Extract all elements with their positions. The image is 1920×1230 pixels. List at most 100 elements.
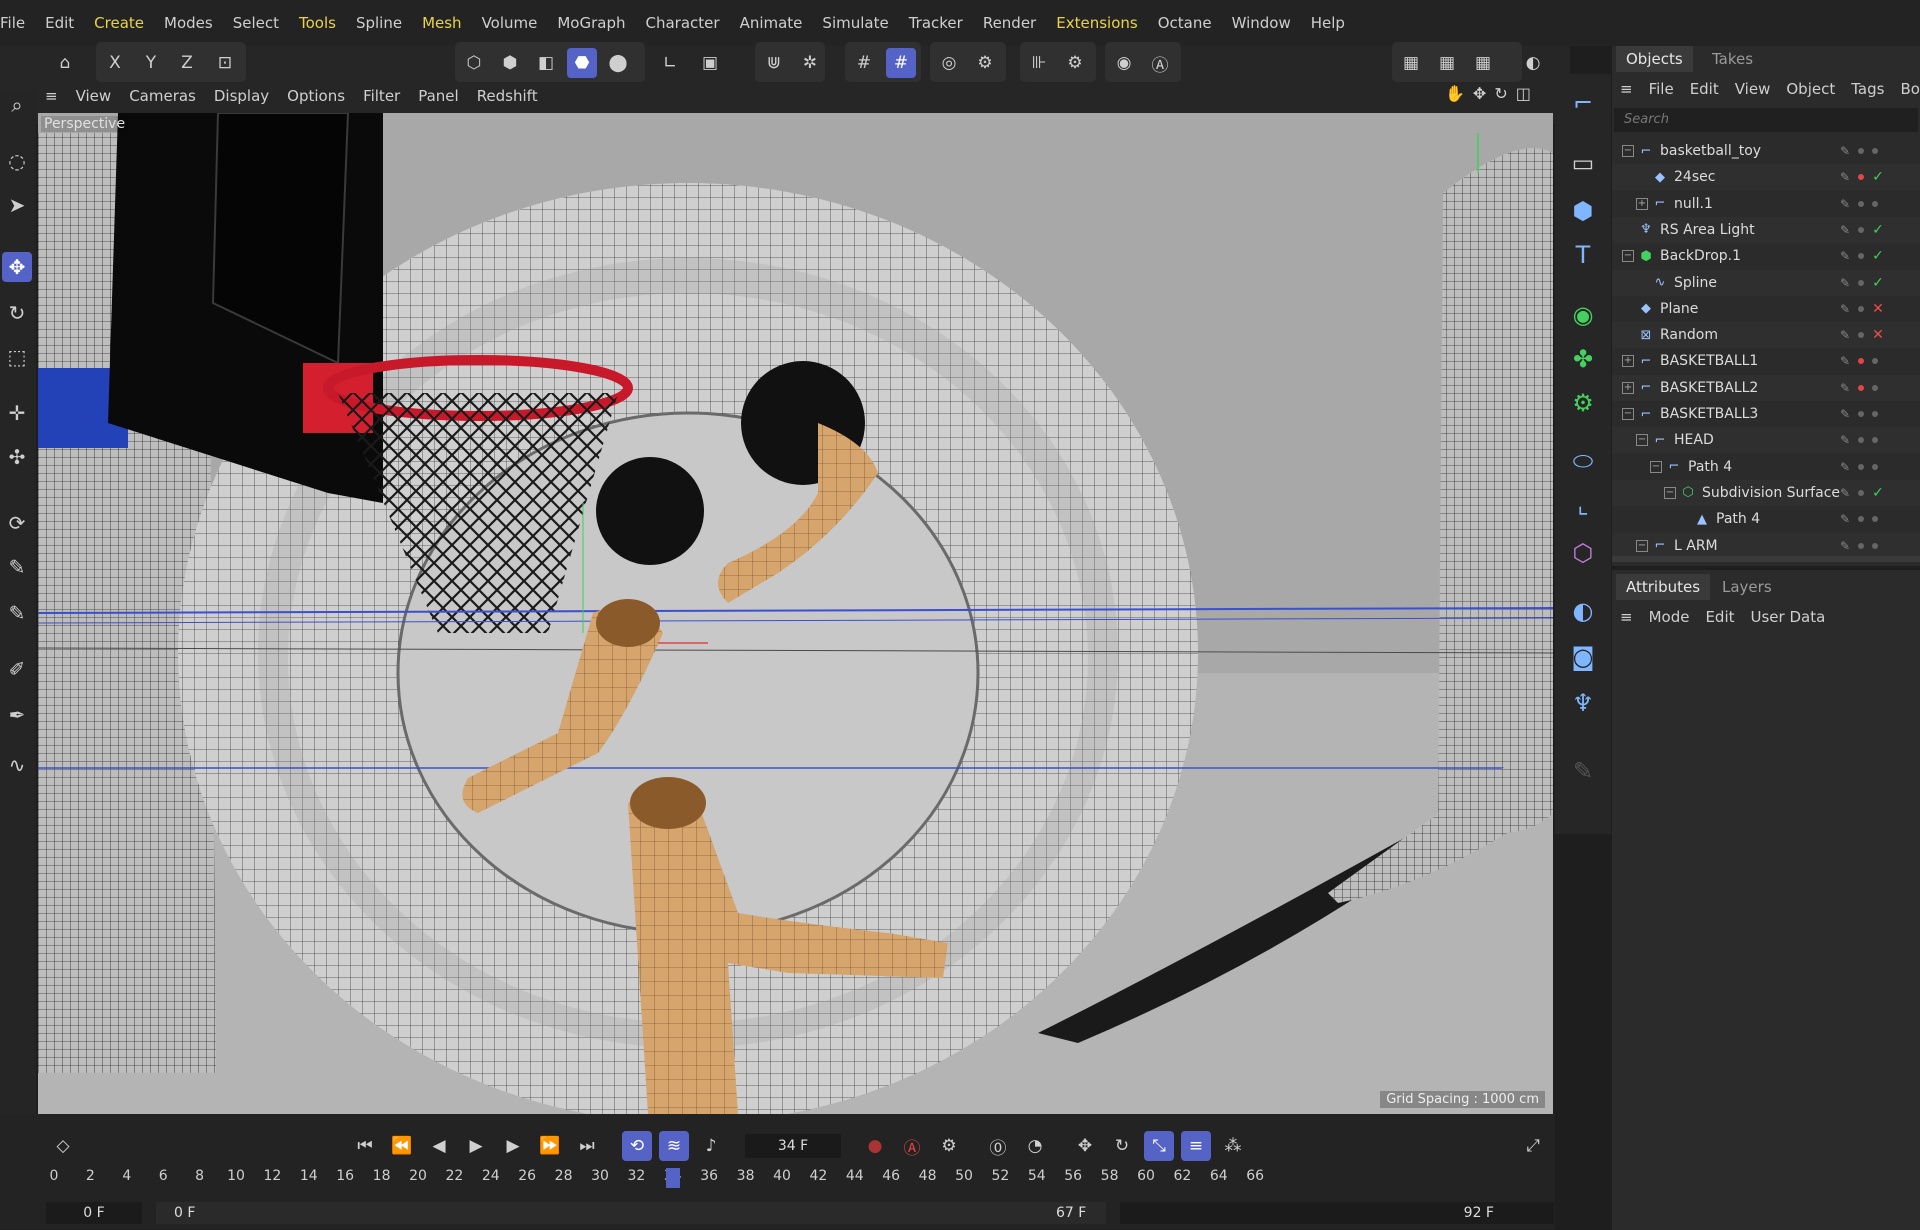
visibility-dot-icon[interactable] — [1858, 253, 1865, 260]
key-param-icon[interactable]: ≡ — [1181, 1131, 1211, 1161]
brush-icon[interactable]: ✎ — [2, 552, 32, 582]
record-icon[interactable]: ● — [860, 1131, 890, 1161]
keyframe-icon[interactable]: ◇ — [48, 1131, 78, 1161]
visibility-dot-icon[interactable] — [1872, 542, 1879, 549]
menu-render[interactable]: Render — [973, 14, 1046, 32]
range-end-field[interactable]: 92 F — [1120, 1202, 1554, 1224]
visibility-dot-icon[interactable] — [1858, 226, 1865, 233]
object-row[interactable]: ⊠ Random ✎ ✕ — [1612, 322, 1920, 349]
object-row[interactable]: ◆ Plane ✎ ✕ — [1612, 296, 1920, 322]
menu-help[interactable]: Help — [1301, 14, 1355, 32]
viewport-menu-icon[interactable]: ≡ — [36, 87, 67, 105]
menu-mograph[interactable]: MoGraph — [547, 14, 635, 32]
rotate-view-icon[interactable]: ↻ — [1494, 84, 1507, 103]
prev-frame-icon[interactable]: ◀ — [424, 1131, 454, 1161]
objects-menu-edit[interactable]: Edit — [1682, 80, 1727, 98]
viewport-menu-redshift[interactable]: Redshift — [468, 87, 547, 105]
visibility-dot-icon[interactable] — [1872, 463, 1879, 470]
tab-takes[interactable]: Takes — [1702, 46, 1763, 72]
cloner-icon[interactable]: ✤ — [1564, 340, 1602, 378]
scale-icon[interactable]: ⬚ — [2, 342, 32, 372]
tag-icon[interactable]: ✎ — [1564, 752, 1602, 790]
snap-settings-icon[interactable]: ✲ — [795, 48, 825, 78]
model-mode-icon[interactable]: ⬣ — [567, 48, 597, 78]
viewport-3d[interactable]: Perspective Grid Spacing : 1000 cm — [38, 113, 1553, 1114]
cube-icon[interactable]: ⬢ — [1564, 192, 1602, 230]
menu-modes[interactable]: Modes — [154, 14, 223, 32]
move-icon[interactable]: ✥ — [2, 252, 32, 282]
edit-icon[interactable]: ✎ — [1840, 223, 1850, 237]
next-key-icon[interactable]: ⏩ — [535, 1131, 565, 1161]
loop-icon[interactable]: ⟲ — [622, 1131, 652, 1161]
search-input[interactable]: Search — [1614, 108, 1918, 132]
edit-icon[interactable]: ✎ — [1840, 512, 1850, 526]
goto-start-icon[interactable]: ⏮ — [350, 1131, 380, 1161]
viewport-menu-panel[interactable]: Panel — [409, 87, 467, 105]
key-scale-icon[interactable]: ⤡ — [1144, 1131, 1174, 1161]
edit-icon[interactable]: ✎ — [1840, 539, 1850, 553]
object-row[interactable]: + ⌐ BASKETBALL2 ✎ — [1612, 374, 1920, 401]
goto-end-icon[interactable]: ⏭ — [572, 1131, 602, 1161]
next-frame-icon[interactable]: ▶ — [498, 1131, 528, 1161]
range-start-field[interactable]: 0 F — [46, 1202, 142, 1224]
search-icon[interactable]: ⌕ — [2, 90, 32, 120]
edit-icon[interactable]: ✎ — [1840, 381, 1850, 395]
viewport-menu-options[interactable]: Options — [278, 87, 354, 105]
attributes-menu-edit[interactable]: Edit — [1697, 608, 1742, 626]
attributes-menu-icon[interactable]: ≡ — [1612, 608, 1641, 626]
object-row[interactable]: + ⌐ null.1 ✎ — [1612, 191, 1920, 217]
object-row[interactable]: − ⌐ Path 4 ✎ — [1612, 454, 1920, 480]
visibility-dot-icon[interactable] — [1858, 384, 1865, 391]
visibility-dot-icon[interactable] — [1858, 174, 1865, 181]
object-row[interactable]: − ⬢ BackDrop.1 ✎ ✓ — [1612, 243, 1920, 269]
check-icon[interactable]: ✓ — [1872, 248, 1884, 264]
menu-tools[interactable]: Tools — [289, 14, 346, 32]
spline-pen-icon[interactable]: ∿ — [2, 750, 32, 780]
object-row[interactable]: + ⌐ BASKETBALL1 ✎ — [1612, 348, 1920, 374]
menu-simulate[interactable]: Simulate — [812, 14, 898, 32]
viewport-menu-display[interactable]: Display — [205, 87, 278, 105]
objects-menu-icon[interactable]: ≡ — [1612, 80, 1641, 98]
visibility-dot-icon[interactable] — [1858, 489, 1865, 496]
objects-menu-book[interactable]: Book — [1892, 80, 1920, 98]
visibility-dot-icon[interactable] — [1872, 384, 1879, 391]
object-row[interactable]: − ⌐ L ARM ✎ — [1612, 532, 1920, 559]
prev-key-icon[interactable]: ⏪ — [387, 1131, 417, 1161]
edit-icon[interactable]: ✎ — [1840, 170, 1850, 184]
object-row[interactable]: − ⌐ BASKETBALL3 ✎ — [1612, 401, 1920, 427]
expand-toggle[interactable]: − — [1664, 486, 1676, 499]
symmetry-settings-icon[interactable]: ⚙ — [1060, 48, 1090, 78]
key-rotate-icon[interactable]: ↻ — [1107, 1131, 1137, 1161]
visibility-dot-icon[interactable] — [1858, 411, 1865, 417]
symmetry-icon[interactable]: ⊪ — [1024, 48, 1054, 78]
menu-spline[interactable]: Spline — [346, 14, 412, 32]
visibility-dot-icon[interactable] — [1872, 200, 1879, 207]
check-icon[interactable]: ✓ — [1872, 275, 1884, 291]
pen-icon[interactable]: ✒ — [2, 700, 32, 730]
check-icon[interactable]: ✓ — [1872, 169, 1884, 185]
fps-icon[interactable]: ≋ — [659, 1131, 689, 1161]
check-icon[interactable]: ✓ — [1872, 485, 1884, 501]
expand-toggle[interactable]: − — [1622, 145, 1634, 157]
menu-volume[interactable]: Volume — [472, 14, 548, 32]
autokey-icon[interactable]: Ⓐ — [897, 1131, 927, 1161]
uv-mode-icon[interactable]: ⬤ — [603, 48, 633, 78]
object-row[interactable]: − ⌐ basketball_toy ✎ — [1612, 138, 1920, 164]
edit-icon[interactable]: ✎ — [1840, 144, 1850, 158]
expand-toggle[interactable]: − — [1636, 539, 1648, 552]
field-icon[interactable]: ⌞ — [1564, 486, 1602, 524]
coordinate-system-icon[interactable]: ⊡ — [210, 48, 240, 78]
key-settings-icon[interactable]: ⚙ — [934, 1131, 964, 1161]
solo-icon[interactable]: ▣ — [695, 48, 725, 78]
viewport-solo-icon[interactable]: ◉ — [1109, 48, 1139, 78]
auto-icon[interactable]: Ⓐ — [1145, 48, 1175, 78]
current-frame-field[interactable]: 34 F — [745, 1134, 841, 1158]
edit-icon[interactable]: ✎ — [1840, 328, 1850, 342]
cross-icon[interactable]: ✕ — [1872, 327, 1884, 343]
render-region-icon[interactable]: ◎ — [934, 48, 964, 78]
objects-menu-tags[interactable]: Tags — [1843, 80, 1892, 98]
menu-select[interactable]: Select — [223, 14, 289, 32]
axis-y-button[interactable]: Y — [136, 48, 166, 78]
object-row[interactable]: − ⬡ Subdivision Surface ✎ ✓ — [1612, 479, 1920, 506]
edit-icon[interactable]: ✎ — [1840, 302, 1850, 316]
